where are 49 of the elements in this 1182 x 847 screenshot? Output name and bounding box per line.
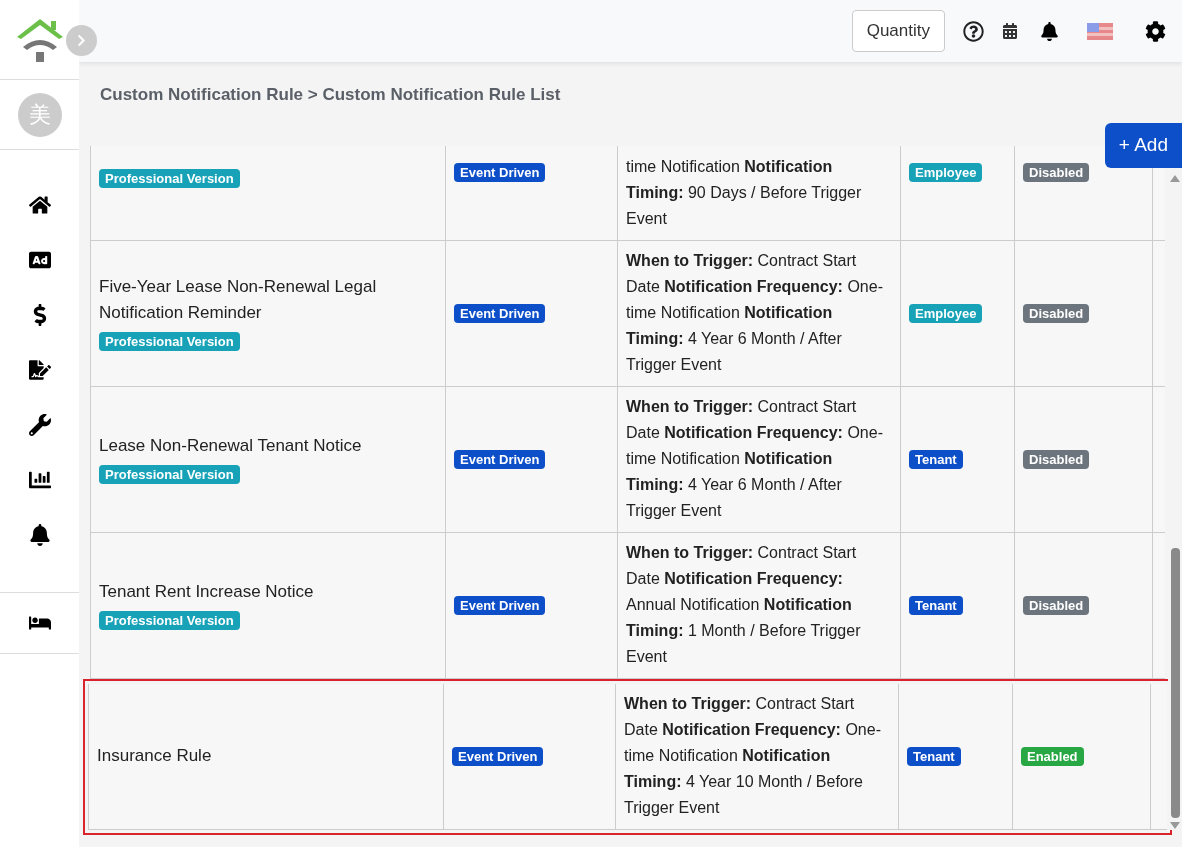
table-row[interactable]: Insurance Rule Event Driven When to Trigger: Contract Start Date Notification Frequency: One-time Notification Notification Timing: 4 Year 10 Month / Before Trigger Event Tenant Enabled <box>83 678 1172 835</box>
bar-chart-icon[interactable] <box>28 469 51 491</box>
chevron-right-icon <box>75 34 88 47</box>
rule-details: When to Trigger: Contract Start Date Notification Frequency: One-time Notification Notification Timing: 4 Year 6 Month / After Trigger Event <box>626 397 884 521</box>
settings-icon[interactable] <box>1145 20 1166 42</box>
rule-details: When to Trigger: Contract Start Date Notification Frequency: One-time Notification Notification Timing: 4 Year 6 Month / After Trigger Event <box>626 251 884 375</box>
edition-badge: Professional Version <box>99 464 240 484</box>
status-badge: Enabled <box>1021 746 1084 766</box>
scroll-down-icon[interactable] <box>1170 821 1180 830</box>
rule-name: Tenant Rent Increase Notice <box>99 580 314 603</box>
status-badge: Disabled <box>1023 595 1090 615</box>
rule-name: Lease Non-Renewal Tenant Notice <box>99 434 362 457</box>
rule-details: When to Trigger: Contract Start Date Notification Frequency: Annual Notification Notification Timing: 1 Month / Before Trigger Event <box>626 543 862 667</box>
type-badge: Event Driven <box>454 162 546 182</box>
type-badge: Event Driven <box>454 595 546 615</box>
add-button[interactable]: + Add <box>1104 123 1182 168</box>
rule-details: time Notification Notification Timing: 90 Days / Before Trigger Event <box>626 156 863 229</box>
type-badge: Event Driven <box>452 746 544 766</box>
ad-icon[interactable] <box>28 249 51 271</box>
scroll-up-icon[interactable] <box>1170 173 1180 182</box>
type-badge: Event Driven <box>454 303 546 323</box>
type-badge: Event Driven <box>454 449 546 469</box>
receiver-badge: Tenant <box>909 595 963 615</box>
receiver-badge: Tenant <box>907 746 961 766</box>
receiver-badge: Employee <box>909 162 983 182</box>
quantity-button[interactable]: Quantity <box>851 10 945 52</box>
breadcrumb: Custom Notification Rule > Custom Notification Rule List <box>100 84 562 106</box>
wrench-icon[interactable] <box>28 414 51 436</box>
edition-badge: Professional Version <box>99 610 240 630</box>
table-row[interactable] <box>90 240 1165 387</box>
status-badge: Disabled <box>1023 303 1090 323</box>
edition-badge: Professional Version <box>99 168 240 188</box>
bell-icon[interactable] <box>1040 21 1059 41</box>
scrollbar-thumb[interactable] <box>1170 547 1180 818</box>
edition-badge: Professional Version <box>99 331 240 351</box>
calendar-icon[interactable] <box>1002 23 1018 39</box>
bell-icon[interactable] <box>28 524 51 546</box>
table-row[interactable] <box>90 532 1165 679</box>
document-pen-icon[interactable] <box>28 359 51 381</box>
rule-name: Insurance Rule <box>97 745 212 767</box>
receiver-badge: Tenant <box>909 449 963 469</box>
receiver-badge: Employee <box>909 303 983 323</box>
help-icon[interactable] <box>963 20 984 42</box>
home-icon[interactable] <box>28 194 51 216</box>
status-badge: Disabled <box>1023 162 1090 182</box>
status-badge: Disabled <box>1023 449 1090 469</box>
table-row[interactable] <box>90 386 1165 533</box>
rule-details: When to Trigger: Contract Start Date Notification Frequency: One-time Notification Notification Timing: 4 Year 10 Month / Before Trigger Event <box>624 694 882 818</box>
rule-name: Five-Year Lease Non-Renewal Legal Notification Reminder <box>99 275 378 324</box>
